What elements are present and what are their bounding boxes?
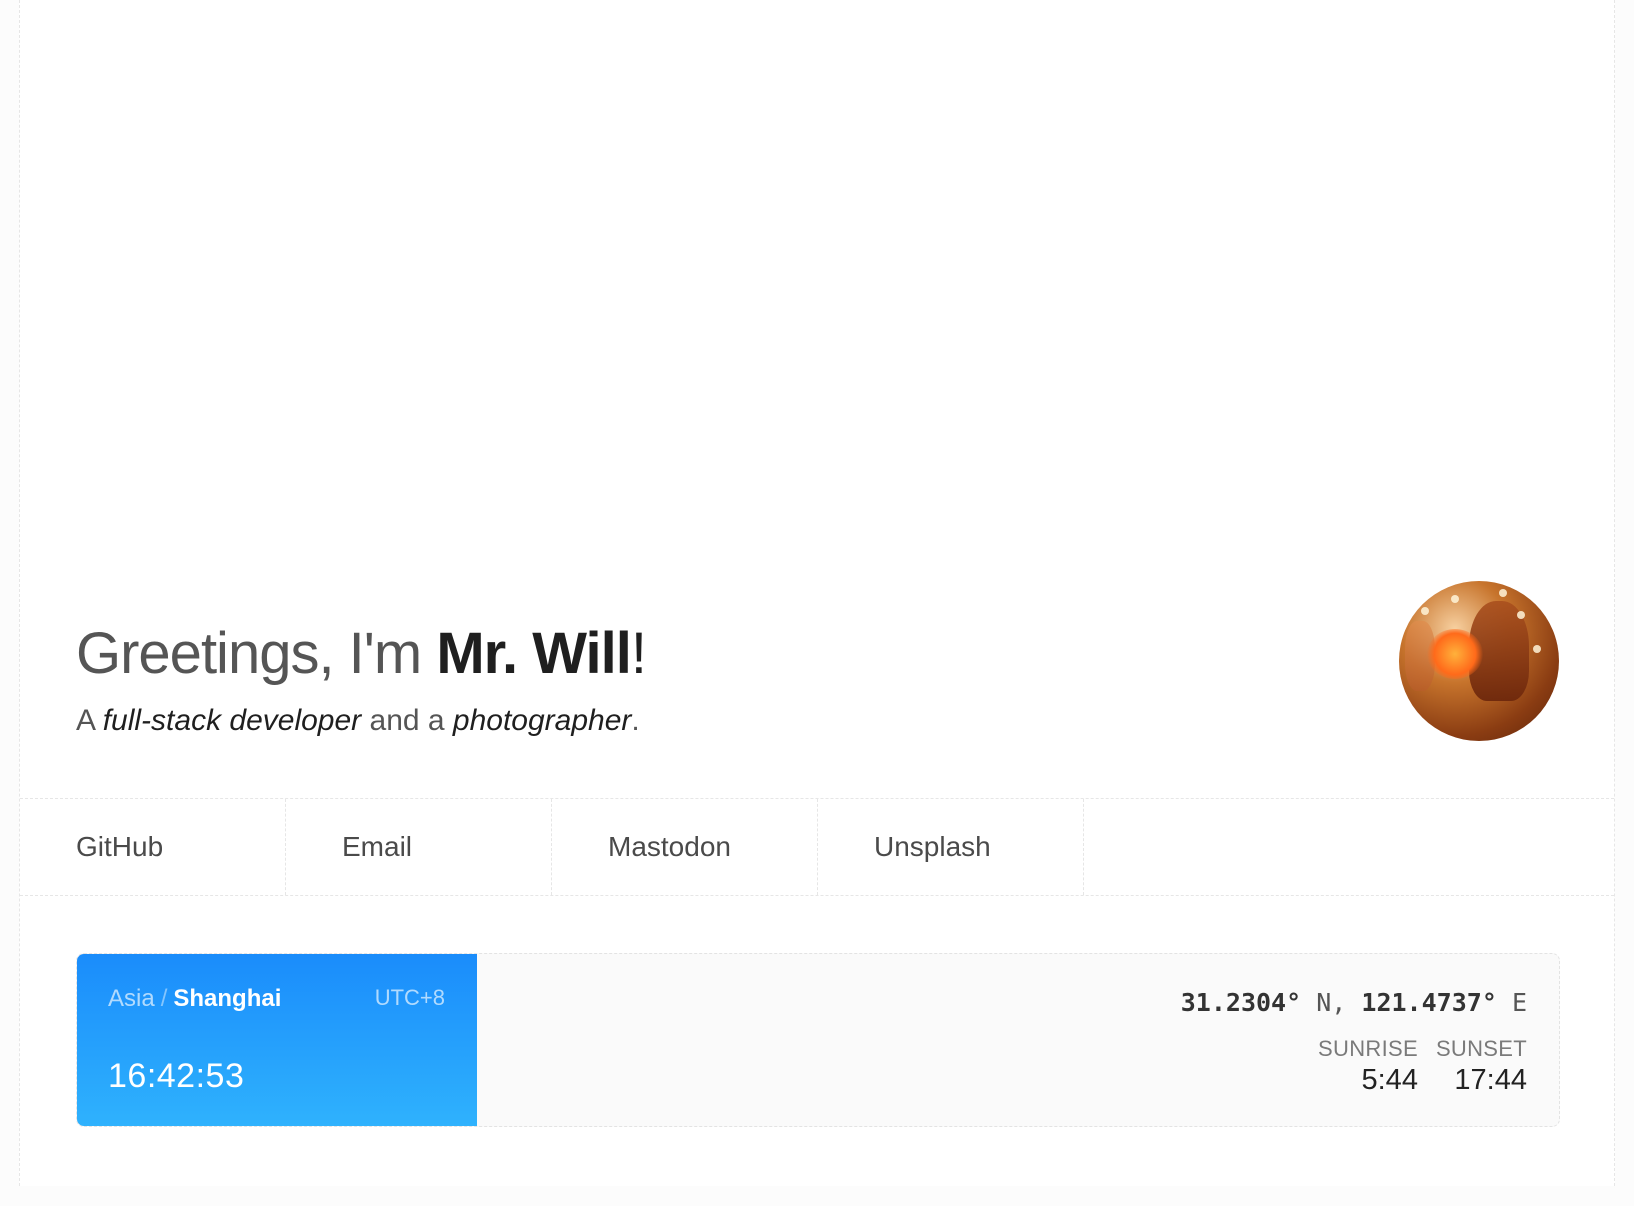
timezone-city: Shanghai <box>173 985 282 1012</box>
timezone-separator: / <box>160 985 168 1012</box>
social-links: GitHub Email Mastodon Unsplash <box>20 798 1614 896</box>
timezone-region: Asia <box>108 985 155 1012</box>
email-link[interactable]: Email <box>286 799 552 895</box>
sunset-block: SUNSET 17:44 <box>1436 1036 1527 1097</box>
latitude-direction: N, <box>1316 988 1347 1017</box>
coordinates: 31.2304° N, 121.4737° E <box>1181 988 1527 1017</box>
local-time: 16:42:53 <box>108 1057 245 1095</box>
greeting-suffix: ! <box>630 621 647 686</box>
tagline-middle: and a <box>361 704 453 737</box>
tagline-suffix: . <box>631 704 640 737</box>
utc-offset: UTC+8 <box>374 985 445 1010</box>
sunrise-block: SUNRISE 5:44 <box>1318 1036 1418 1097</box>
location-card: Asia / Shanghai UTC+8 16:42:53 31.2304° N,… <box>76 953 1560 1127</box>
avatar-light <box>1517 611 1525 619</box>
avatar-light <box>1451 595 1459 603</box>
sunrise-time: 5:44 <box>1361 1064 1418 1096</box>
sun-times: SUNRISE 5:44 SUNSET 17:44 <box>1318 1036 1527 1097</box>
timezone: Asia / Shanghai <box>108 985 281 1013</box>
avatar <box>1399 581 1559 741</box>
longitude-direction: E <box>1511 988 1527 1017</box>
tagline: A full-stack developer and a photographe… <box>76 704 640 738</box>
clock-panel: Asia / Shanghai UTC+8 16:42:53 <box>77 954 477 1126</box>
avatar-light <box>1499 589 1507 597</box>
greeting-prefix: Greetings, I'm <box>76 621 437 686</box>
page-title: Greetings, I'm Mr. Will! <box>76 620 647 687</box>
avatar-light <box>1421 607 1429 615</box>
sunset-time: 17:44 <box>1454 1064 1527 1096</box>
sunrise-label: SUNRISE <box>1318 1036 1418 1061</box>
avatar-light <box>1533 645 1541 653</box>
github-link[interactable]: GitHub <box>20 799 286 895</box>
tagline-role-photographer: photographer <box>452 704 632 737</box>
unsplash-link[interactable]: Unsplash <box>818 799 1084 895</box>
hero-section: Greetings, I'm Mr. Will! A full-stack de… <box>20 0 1614 800</box>
sunset-label: SUNSET <box>1435 1036 1527 1061</box>
tagline-prefix: A <box>76 704 103 737</box>
author-name: Mr. Will <box>436 621 631 686</box>
mastodon-link[interactable]: Mastodon <box>552 799 818 895</box>
page-frame: Greetings, I'm Mr. Will! A full-stack de… <box>19 0 1615 1186</box>
longitude: 121.4737° <box>1361 988 1497 1017</box>
avatar-flower <box>1427 629 1483 679</box>
tagline-role-developer: full-stack developer <box>102 704 362 737</box>
latitude: 31.2304° <box>1180 988 1302 1017</box>
